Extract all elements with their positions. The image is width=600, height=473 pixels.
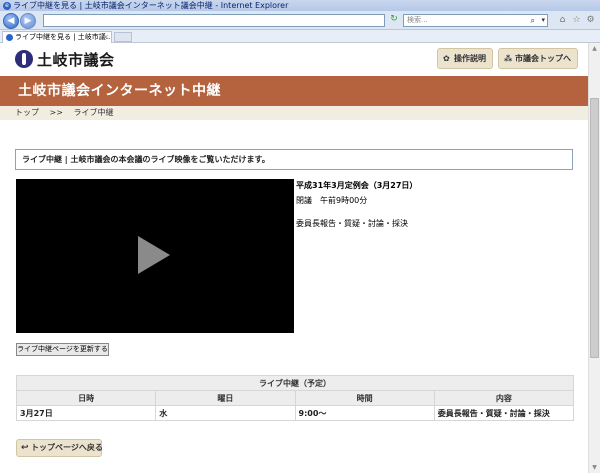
browser-navbar: ◀ ▶ ↻ 検索... ⌕ ▾ ⌂ ☆ ⚙ <box>0 11 600 30</box>
return-arrow-icon: ↩ <box>21 443 29 453</box>
table-row: 3月27日 水 9:00～ 委員長報告・質疑・討論・採決 <box>15 405 575 421</box>
council-top-button-label: 市議会トップへ <box>515 54 571 63</box>
tools-icon[interactable]: ⚙ <box>585 15 596 26</box>
site-header: 土岐市議会 ✿ 操作説明 ⁂ 市議会トップへ <box>0 43 588 75</box>
play-icon[interactable] <box>138 236 170 274</box>
site-name: 土岐市議会 <box>37 50 115 69</box>
tab-bar: ライブ中継を見る | 土岐市議... × <box>0 30 600 43</box>
schedule-cell-content: 委員長報告・質疑・討論・採決 <box>433 405 575 421</box>
refresh-icon[interactable]: ↻ <box>387 14 401 27</box>
schedule-caption: ライブ中継（予定） <box>16 375 574 391</box>
page-title: 土岐市議会インターネット中継 <box>18 83 221 99</box>
schedule-header-date: 日時 <box>15 390 157 406</box>
favorites-icon[interactable]: ☆ <box>571 15 582 26</box>
schedule-cell-time: 9:00～ <box>294 405 435 421</box>
window-title: ライブ中継を見る | 土岐市議会インターネット議会中継 - Internet E… <box>13 1 289 10</box>
gear-icon: ✿ <box>443 54 450 63</box>
site-logo[interactable]: 土岐市議会 <box>15 49 115 69</box>
schedule-header-time: 時間 <box>294 390 435 406</box>
ie-logo-icon: e <box>3 1 11 10</box>
city-emblem-icon <box>15 50 33 68</box>
info-notice: ライブ中継 | 土岐市議会の本会議のライブ映像をご覧いただけます。 <box>15 149 573 170</box>
home-icon[interactable]: ⌂ <box>557 15 568 26</box>
search-dropdown-icon[interactable]: ▾ <box>541 15 545 26</box>
schedule-table: ライブ中継（予定） 日時 曜日 時間 内容 3月27日 水 9:00～ 委員長報… <box>15 375 575 421</box>
scroll-up-icon[interactable]: ▲ <box>589 43 600 54</box>
schedule-header-weekday: 曜日 <box>155 390 296 406</box>
council-top-button[interactable]: ⁂ 市議会トップへ <box>498 48 578 69</box>
refresh-page-button[interactable]: ライブ中継ページを更新する <box>16 343 109 356</box>
tab-favicon-icon <box>6 34 13 41</box>
building-icon: ⁂ <box>504 54 513 63</box>
page-viewport: 土岐市議会 ✿ 操作説明 ⁂ 市議会トップへ 土岐市議会インターネット中継 トップ … <box>0 43 588 473</box>
new-tab-button[interactable] <box>114 32 132 42</box>
window-titlebar: e ライブ中継を見る | 土岐市議会インターネット議会中継 - Internet … <box>0 0 600 11</box>
back-to-top-label: トップページへ戻る <box>31 443 103 452</box>
scroll-thumb[interactable] <box>590 98 599 358</box>
schedule-header-content: 内容 <box>433 390 575 406</box>
address-bar[interactable] <box>43 14 385 27</box>
schedule-cell-date: 3月27日 <box>15 405 157 421</box>
browser-tab[interactable]: ライブ中継を見る | 土岐市議... × <box>2 31 112 43</box>
guide-button-label: 操作説明 <box>454 54 486 63</box>
breadcrumb-home[interactable]: トップ <box>15 108 39 117</box>
search-icon[interactable]: ⌕ <box>531 15 535 26</box>
breadcrumb: トップ >> ライブ中継 <box>0 106 588 120</box>
session-agenda: 委員長報告・質疑・討論・採決 <box>296 219 408 228</box>
scroll-down-icon[interactable]: ▼ <box>589 462 600 473</box>
page-banner: 土岐市議会インターネット中継 <box>0 76 588 106</box>
vertical-scrollbar[interactable]: ▲ ▼ <box>588 43 600 473</box>
forward-icon[interactable]: ▶ <box>20 13 36 29</box>
search-input[interactable]: 検索... ⌕ ▾ <box>403 14 548 27</box>
back-to-top-button[interactable]: ↩ トップページへ戻る <box>16 439 103 457</box>
session-time: 閉議 午前9時00分 <box>296 196 368 205</box>
guide-button[interactable]: ✿ 操作説明 <box>437 48 493 69</box>
back-icon[interactable]: ◀ <box>3 13 19 29</box>
tab-label: ライブ中継を見る | 土岐市議... <box>15 33 112 41</box>
info-text: ライブ中継 | 土岐市議会の本会議のライブ映像をご覧いただけます。 <box>22 155 270 164</box>
video-player[interactable] <box>16 179 294 333</box>
schedule-cell-weekday: 水 <box>155 405 296 421</box>
session-title: 平成31年3月定例会（3月27日） <box>296 181 418 190</box>
breadcrumb-current: ライブ中継 <box>73 108 114 117</box>
search-placeholder: 検索... <box>407 16 428 24</box>
breadcrumb-separator: >> <box>49 108 63 117</box>
close-tab-icon[interactable]: × <box>103 32 109 43</box>
